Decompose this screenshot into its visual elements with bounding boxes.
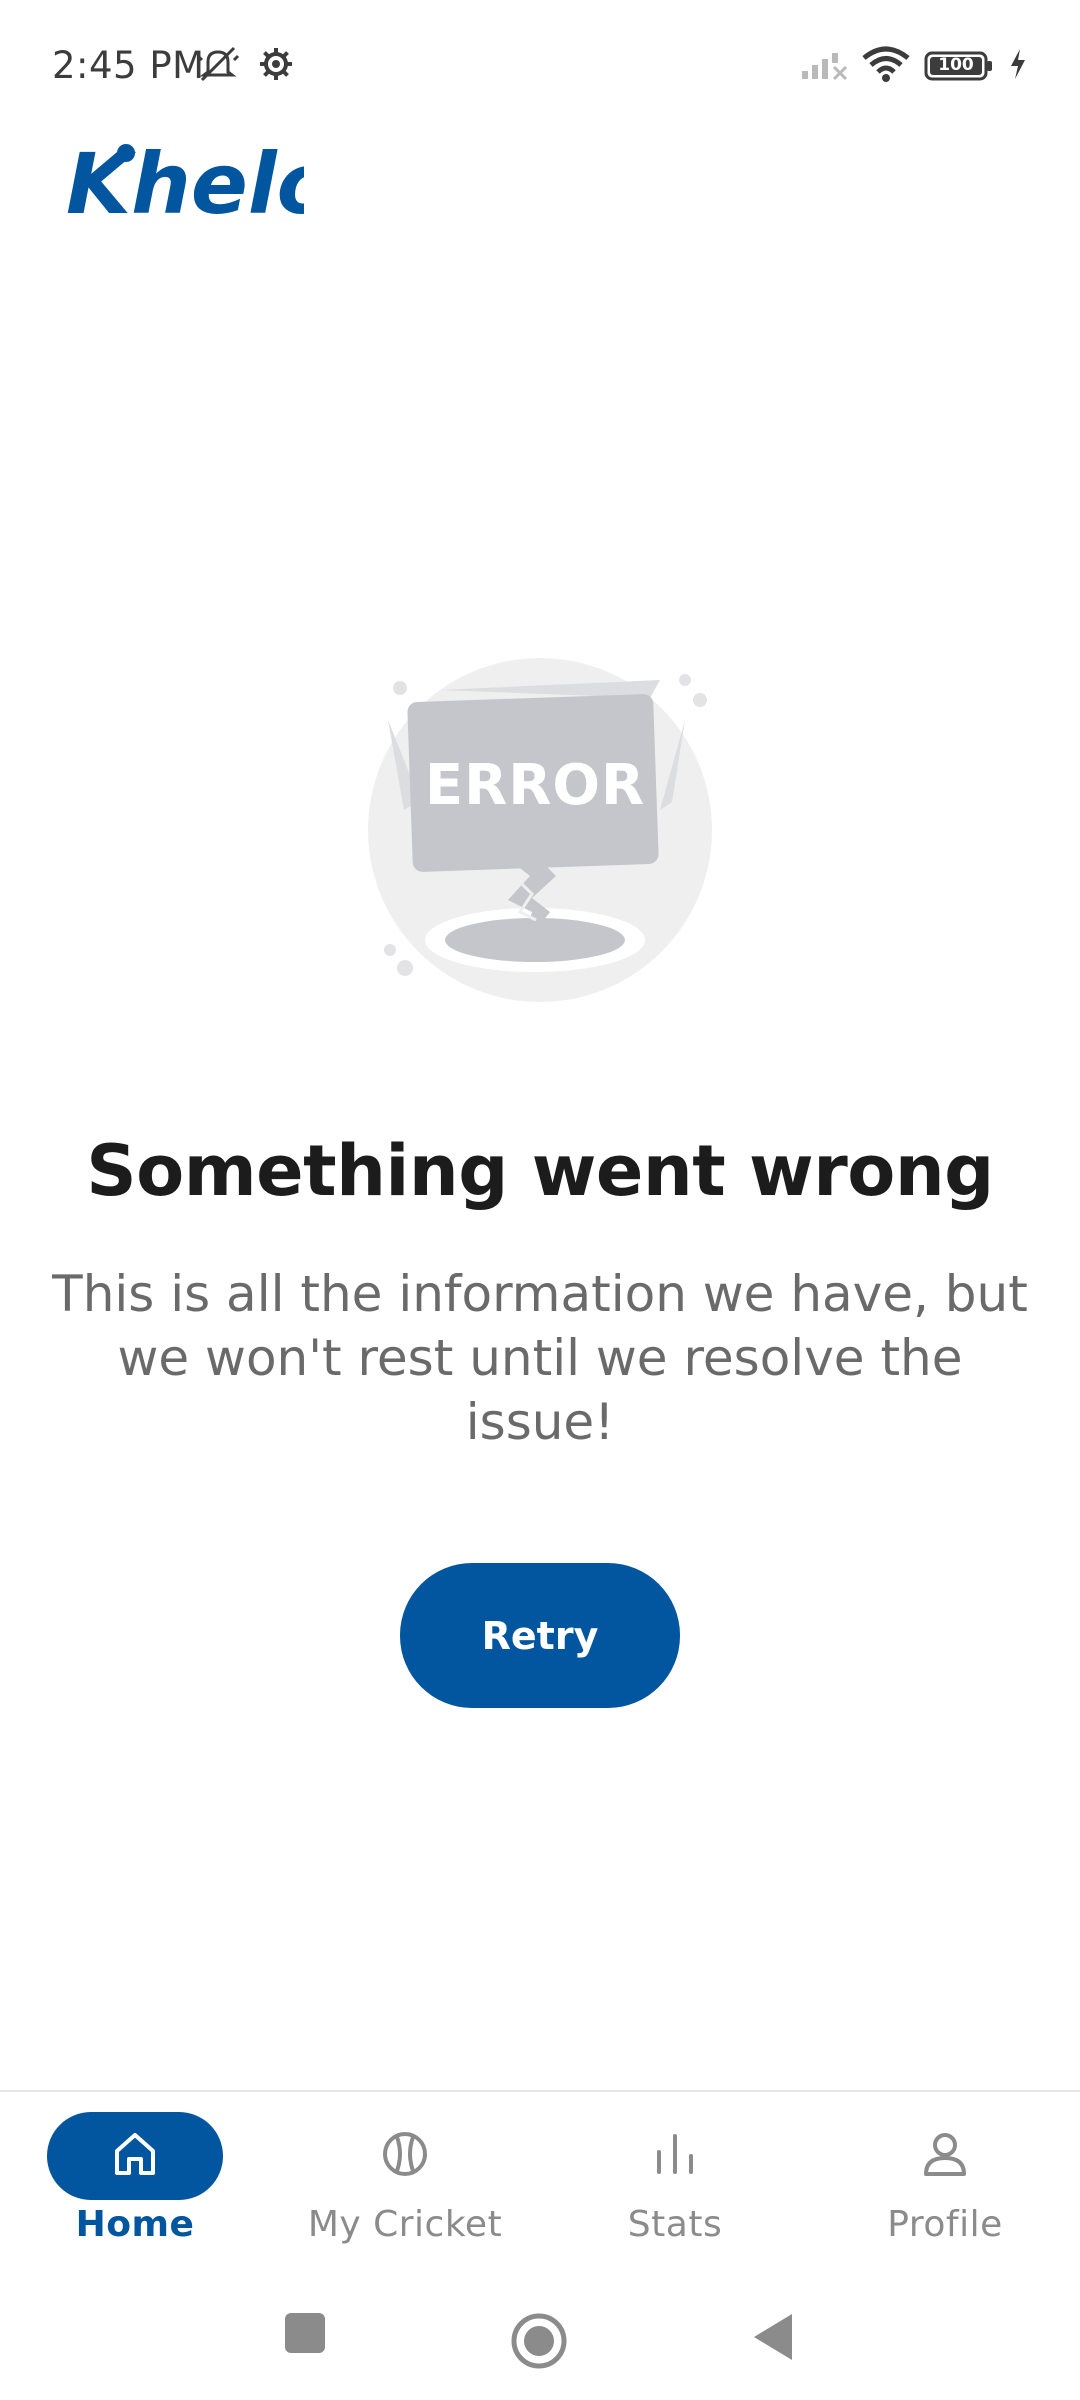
charging-icon [1008, 47, 1028, 85]
error-illustration-text: ERROR [424, 753, 646, 818]
bottom-nav: Home My Cricket Stats Profile [0, 2090, 1080, 2292]
nav-pill-stats [587, 2112, 763, 2200]
status-left-icons [196, 44, 294, 88]
stats-icon [651, 2130, 699, 2182]
battery-level: 100 [938, 55, 974, 75]
mute-icon [196, 44, 240, 88]
status-time: 2:45 PM [52, 44, 205, 87]
back-icon[interactable] [752, 2312, 794, 2366]
retry-button[interactable]: Retry [400, 1563, 680, 1708]
settings-gear-icon [258, 46, 294, 86]
nav-label-home: Home [75, 2204, 195, 2245]
recents-icon[interactable] [284, 2312, 326, 2358]
status-right-icons: 100 [800, 46, 1028, 86]
home-icon [111, 2131, 159, 2181]
khelo-logo: Khelo [64, 135, 334, 233]
logo-text: Khelo [66, 135, 304, 225]
nav-item-stats[interactable]: Stats [540, 2112, 810, 2262]
nav-item-home[interactable]: Home [0, 2112, 270, 2262]
wifi-icon [862, 46, 910, 86]
home-circle-icon[interactable] [510, 2312, 568, 2374]
nav-label-my-cricket: My Cricket [307, 2204, 503, 2245]
status-bar: 2:45 PM 100 [0, 0, 1080, 130]
battery-icon: 100 [924, 50, 994, 82]
nav-pill-my-cricket [317, 2112, 493, 2200]
cricket-ball-icon [381, 2130, 429, 2182]
nav-item-my-cricket[interactable]: My Cricket [270, 2112, 540, 2262]
nav-item-profile[interactable]: Profile [810, 2112, 1080, 2262]
nav-label-stats: Stats [627, 2204, 723, 2245]
error-title: Something went wrong [86, 1130, 994, 1212]
nav-pill-home [47, 2112, 223, 2200]
error-illustration: ERROR [360, 650, 720, 1010]
nav-label-profile: Profile [887, 2204, 1003, 2245]
signal-icon [800, 47, 848, 85]
error-message: This is all the information we have, but… [52, 1265, 1028, 1451]
nav-pill-profile [857, 2112, 1033, 2200]
system-nav-bar [0, 2290, 1080, 2400]
profile-icon [921, 2130, 969, 2182]
